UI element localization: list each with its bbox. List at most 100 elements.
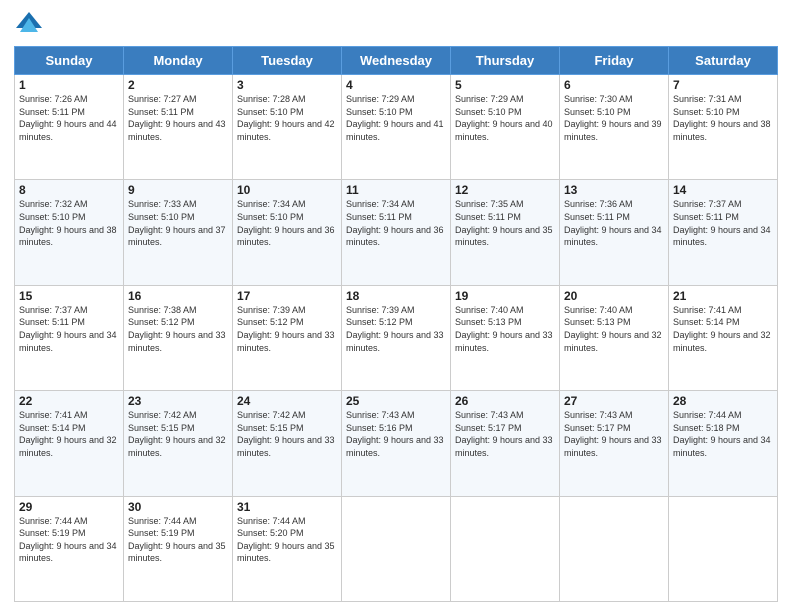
day-info: Sunrise: 7:43 AMSunset: 5:17 PMDaylight:… bbox=[564, 410, 662, 458]
day-cell: 27 Sunrise: 7:43 AMSunset: 5:17 PMDayligh… bbox=[560, 391, 669, 496]
day-info: Sunrise: 7:29 AMSunset: 5:10 PMDaylight:… bbox=[455, 94, 553, 142]
day-cell bbox=[342, 496, 451, 601]
day-number: 9 bbox=[128, 183, 228, 197]
day-info: Sunrise: 7:39 AMSunset: 5:12 PMDaylight:… bbox=[237, 305, 335, 353]
week-row-1: 1 Sunrise: 7:26 AMSunset: 5:11 PMDaylight… bbox=[15, 75, 778, 180]
day-number: 22 bbox=[19, 394, 119, 408]
calendar-table: SundayMondayTuesdayWednesdayThursdayFrid… bbox=[14, 46, 778, 602]
day-cell bbox=[560, 496, 669, 601]
day-cell: 1 Sunrise: 7:26 AMSunset: 5:11 PMDaylight… bbox=[15, 75, 124, 180]
day-number: 16 bbox=[128, 289, 228, 303]
week-row-5: 29 Sunrise: 7:44 AMSunset: 5:19 PMDayligh… bbox=[15, 496, 778, 601]
day-info: Sunrise: 7:28 AMSunset: 5:10 PMDaylight:… bbox=[237, 94, 335, 142]
day-number: 26 bbox=[455, 394, 555, 408]
day-info: Sunrise: 7:43 AMSunset: 5:16 PMDaylight:… bbox=[346, 410, 444, 458]
day-cell: 13 Sunrise: 7:36 AMSunset: 5:11 PMDayligh… bbox=[560, 180, 669, 285]
day-number: 20 bbox=[564, 289, 664, 303]
day-cell: 2Sunrise: 7:27 AMSunset: 5:11 PMDaylight… bbox=[124, 75, 233, 180]
day-info: Sunrise: 7:27 AMSunset: 5:11 PMDaylight:… bbox=[128, 94, 226, 142]
day-number: 19 bbox=[455, 289, 555, 303]
day-number: 27 bbox=[564, 394, 664, 408]
day-cell: 30 Sunrise: 7:44 AMSunset: 5:19 PMDayligh… bbox=[124, 496, 233, 601]
day-info: Sunrise: 7:44 AMSunset: 5:18 PMDaylight:… bbox=[673, 410, 771, 458]
week-row-2: 8 Sunrise: 7:32 AMSunset: 5:10 PMDaylight… bbox=[15, 180, 778, 285]
day-info: Sunrise: 7:31 AMSunset: 5:10 PMDaylight:… bbox=[673, 94, 771, 142]
calendar-body: 1 Sunrise: 7:26 AMSunset: 5:11 PMDaylight… bbox=[15, 75, 778, 602]
day-number: 12 bbox=[455, 183, 555, 197]
day-cell: 26 Sunrise: 7:43 AMSunset: 5:17 PMDayligh… bbox=[451, 391, 560, 496]
day-cell: 18 Sunrise: 7:39 AMSunset: 5:12 PMDayligh… bbox=[342, 285, 451, 390]
week-row-3: 15Sunrise: 7:37 AMSunset: 5:11 PMDayligh… bbox=[15, 285, 778, 390]
day-number: 3 bbox=[237, 78, 337, 92]
page: SundayMondayTuesdayWednesdayThursdayFrid… bbox=[0, 0, 792, 612]
day-number: 4 bbox=[346, 78, 446, 92]
day-number: 6 bbox=[564, 78, 664, 92]
day-cell: 6Sunrise: 7:30 AMSunset: 5:10 PMDaylight… bbox=[560, 75, 669, 180]
day-number: 18 bbox=[346, 289, 446, 303]
day-cell: 9Sunrise: 7:33 AMSunset: 5:10 PMDaylight… bbox=[124, 180, 233, 285]
calendar-header: SundayMondayTuesdayWednesdayThursdayFrid… bbox=[15, 47, 778, 75]
logo bbox=[14, 10, 48, 40]
day-number: 24 bbox=[237, 394, 337, 408]
day-number: 31 bbox=[237, 500, 337, 514]
day-number: 30 bbox=[128, 500, 228, 514]
header bbox=[14, 10, 778, 40]
day-cell: 7 Sunrise: 7:31 AMSunset: 5:10 PMDaylight… bbox=[669, 75, 778, 180]
day-cell: 4Sunrise: 7:29 AMSunset: 5:10 PMDaylight… bbox=[342, 75, 451, 180]
day-number: 5 bbox=[455, 78, 555, 92]
day-info: Sunrise: 7:34 AMSunset: 5:10 PMDaylight:… bbox=[237, 199, 335, 247]
day-info: Sunrise: 7:42 AMSunset: 5:15 PMDaylight:… bbox=[128, 410, 226, 458]
day-cell: 22Sunrise: 7:41 AMSunset: 5:14 PMDayligh… bbox=[15, 391, 124, 496]
header-day-saturday: Saturday bbox=[669, 47, 778, 75]
day-number: 11 bbox=[346, 183, 446, 197]
day-cell: 17 Sunrise: 7:39 AMSunset: 5:12 PMDayligh… bbox=[233, 285, 342, 390]
day-cell: 12 Sunrise: 7:35 AMSunset: 5:11 PMDayligh… bbox=[451, 180, 560, 285]
day-cell: 8 Sunrise: 7:32 AMSunset: 5:10 PMDaylight… bbox=[15, 180, 124, 285]
week-row-4: 22Sunrise: 7:41 AMSunset: 5:14 PMDayligh… bbox=[15, 391, 778, 496]
day-info: Sunrise: 7:39 AMSunset: 5:12 PMDaylight:… bbox=[346, 305, 444, 353]
header-day-friday: Friday bbox=[560, 47, 669, 75]
day-cell: 15Sunrise: 7:37 AMSunset: 5:11 PMDayligh… bbox=[15, 285, 124, 390]
header-day-wednesday: Wednesday bbox=[342, 47, 451, 75]
day-number: 8 bbox=[19, 183, 119, 197]
day-info: Sunrise: 7:43 AMSunset: 5:17 PMDaylight:… bbox=[455, 410, 553, 458]
header-day-tuesday: Tuesday bbox=[233, 47, 342, 75]
header-day-sunday: Sunday bbox=[15, 47, 124, 75]
day-number: 10 bbox=[237, 183, 337, 197]
day-cell bbox=[669, 496, 778, 601]
day-cell: 25Sunrise: 7:43 AMSunset: 5:16 PMDayligh… bbox=[342, 391, 451, 496]
day-number: 29 bbox=[19, 500, 119, 514]
day-info: Sunrise: 7:37 AMSunset: 5:11 PMDaylight:… bbox=[673, 199, 771, 247]
logo-icon bbox=[14, 10, 44, 40]
day-number: 14 bbox=[673, 183, 773, 197]
day-info: Sunrise: 7:44 AMSunset: 5:19 PMDaylight:… bbox=[128, 516, 226, 564]
day-info: Sunrise: 7:41 AMSunset: 5:14 PMDaylight:… bbox=[673, 305, 771, 353]
day-cell: 23 Sunrise: 7:42 AMSunset: 5:15 PMDayligh… bbox=[124, 391, 233, 496]
day-number: 1 bbox=[19, 78, 119, 92]
day-cell: 5 Sunrise: 7:29 AMSunset: 5:10 PMDaylight… bbox=[451, 75, 560, 180]
day-number: 7 bbox=[673, 78, 773, 92]
day-cell bbox=[451, 496, 560, 601]
day-number: 23 bbox=[128, 394, 228, 408]
day-cell: 10 Sunrise: 7:34 AMSunset: 5:10 PMDayligh… bbox=[233, 180, 342, 285]
day-number: 13 bbox=[564, 183, 664, 197]
day-info: Sunrise: 7:38 AMSunset: 5:12 PMDaylight:… bbox=[128, 305, 226, 353]
header-day-thursday: Thursday bbox=[451, 47, 560, 75]
day-info: Sunrise: 7:32 AMSunset: 5:10 PMDaylight:… bbox=[19, 199, 117, 247]
day-info: Sunrise: 7:26 AMSunset: 5:11 PMDaylight:… bbox=[19, 94, 117, 142]
day-cell: 24Sunrise: 7:42 AMSunset: 5:15 PMDayligh… bbox=[233, 391, 342, 496]
day-number: 15 bbox=[19, 289, 119, 303]
day-number: 21 bbox=[673, 289, 773, 303]
day-number: 28 bbox=[673, 394, 773, 408]
day-info: Sunrise: 7:35 AMSunset: 5:11 PMDaylight:… bbox=[455, 199, 553, 247]
day-cell: 31Sunrise: 7:44 AMSunset: 5:20 PMDayligh… bbox=[233, 496, 342, 601]
header-row: SundayMondayTuesdayWednesdayThursdayFrid… bbox=[15, 47, 778, 75]
day-cell: 21 Sunrise: 7:41 AMSunset: 5:14 PMDayligh… bbox=[669, 285, 778, 390]
day-info: Sunrise: 7:40 AMSunset: 5:13 PMDaylight:… bbox=[564, 305, 662, 353]
day-cell: 20 Sunrise: 7:40 AMSunset: 5:13 PMDayligh… bbox=[560, 285, 669, 390]
day-info: Sunrise: 7:36 AMSunset: 5:11 PMDaylight:… bbox=[564, 199, 662, 247]
day-info: Sunrise: 7:40 AMSunset: 5:13 PMDaylight:… bbox=[455, 305, 553, 353]
day-number: 17 bbox=[237, 289, 337, 303]
day-cell: 16 Sunrise: 7:38 AMSunset: 5:12 PMDayligh… bbox=[124, 285, 233, 390]
day-cell: 3 Sunrise: 7:28 AMSunset: 5:10 PMDaylight… bbox=[233, 75, 342, 180]
